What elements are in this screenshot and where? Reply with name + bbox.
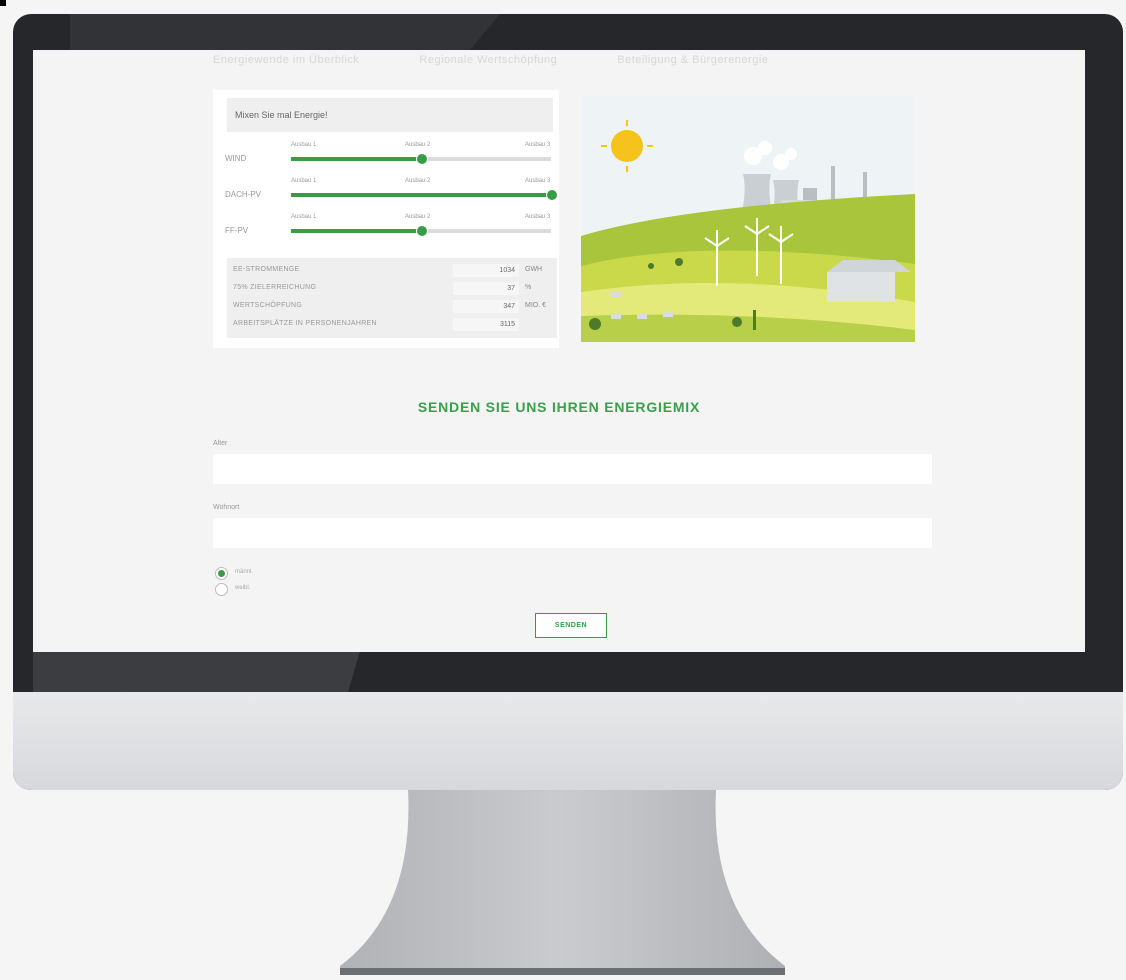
slider-label: DACH-PV bbox=[225, 190, 262, 199]
decorative-green-band bbox=[0, 0, 6, 6]
slider-handle[interactable] bbox=[546, 189, 558, 201]
slider-field-pv: FF-PV Ausbau 1 Ausbau 2 Ausbau 3 bbox=[225, 214, 555, 242]
slider-track[interactable] bbox=[291, 189, 558, 201]
stat-row: ARBEITSPLÄTZE IN PERSONENJAHREN 3115 bbox=[233, 318, 557, 334]
landscape-illustration bbox=[581, 96, 915, 342]
form-title: SENDEN SIE UNS IHREN ENERGIEMIX bbox=[417, 399, 701, 415]
radio-button[interactable] bbox=[215, 567, 228, 580]
stat-label: EE-STROMMENGE bbox=[233, 266, 300, 273]
age-input[interactable] bbox=[213, 454, 932, 484]
slider-tick: Ausbau 1 bbox=[291, 214, 317, 220]
slider-tick: Ausbau 3 bbox=[525, 142, 551, 148]
energy-mixer-card: Mixen Sie mal Energie! WIND Ausbau 1 Aus… bbox=[213, 90, 559, 348]
stat-value: 3115 bbox=[453, 318, 519, 331]
radio-label: weibl. bbox=[235, 585, 251, 591]
stat-unit: MIO. € bbox=[525, 302, 547, 309]
slider-handle[interactable] bbox=[416, 225, 428, 237]
slider-tick: Ausbau 2 bbox=[405, 142, 431, 148]
monitor-bezel: Energiewende im Überblick Regionale Wert… bbox=[13, 14, 1123, 790]
slider-handle[interactable] bbox=[416, 153, 428, 165]
radio-label: männl. bbox=[235, 569, 254, 575]
stat-label: WERTSCHÖPFUNG bbox=[233, 302, 303, 309]
slider-fill bbox=[291, 193, 551, 197]
landscape-svg bbox=[581, 96, 915, 342]
radio-button[interactable] bbox=[215, 583, 228, 596]
slider-fill bbox=[291, 229, 421, 233]
stat-row: 75% ZIELERREICHUNG 37 % bbox=[233, 282, 557, 298]
house-icon bbox=[827, 272, 895, 302]
monitor-screen: Energiewende im Überblick Regionale Wert… bbox=[33, 50, 1085, 652]
place-label: Wohnort bbox=[213, 504, 240, 511]
stat-value: 1034 bbox=[453, 264, 519, 277]
stat-row: WERTSCHÖPFUNG 347 MIO. € bbox=[233, 300, 557, 316]
stat-row: EE-STROMMENGE 1034 GWH bbox=[233, 264, 557, 280]
slider-label: WIND bbox=[225, 154, 247, 163]
monitor-chin bbox=[13, 692, 1123, 790]
age-label: Alter bbox=[213, 440, 228, 447]
stat-label: 75% ZIELERREICHUNG bbox=[233, 284, 317, 291]
slider-tick: Ausbau 3 bbox=[525, 178, 551, 184]
nav-item-value-creation[interactable]: Regionale Wertschöpfung bbox=[419, 50, 557, 80]
send-button[interactable]: SENDEN bbox=[535, 613, 607, 638]
stat-value: 37 bbox=[453, 282, 519, 295]
stat-unit: GWH bbox=[525, 266, 543, 273]
slider-roof-pv: DACH-PV Ausbau 1 Ausbau 2 Ausbau 3 bbox=[225, 178, 558, 206]
slider-track[interactable] bbox=[291, 153, 551, 165]
slider-wind: WIND Ausbau 1 Ausbau 2 Ausbau 3 bbox=[225, 142, 555, 170]
nav-item-overview[interactable]: Energiewende im Überblick bbox=[213, 50, 359, 80]
slider-tick: Ausbau 2 bbox=[405, 214, 431, 220]
stat-unit: % bbox=[525, 284, 532, 291]
stat-value: 347 bbox=[453, 300, 519, 313]
slider-tick: Ausbau 1 bbox=[291, 178, 317, 184]
place-input[interactable] bbox=[213, 518, 932, 548]
stat-label: ARBEITSPLÄTZE IN PERSONENJAHREN bbox=[233, 320, 377, 327]
mixer-heading: Mixen Sie mal Energie! bbox=[227, 98, 553, 132]
monitor-stand bbox=[340, 790, 785, 975]
sun-icon bbox=[611, 130, 643, 162]
slider-tick: Ausbau 2 bbox=[405, 178, 431, 184]
slider-fill bbox=[291, 157, 421, 161]
slider-tick: Ausbau 1 bbox=[291, 142, 317, 148]
slider-label: FF-PV bbox=[225, 226, 249, 235]
top-navigation: Energiewende im Überblick Regionale Wert… bbox=[33, 50, 1085, 80]
slider-tick: Ausbau 3 bbox=[525, 214, 551, 220]
slider-track[interactable] bbox=[291, 225, 551, 237]
results-panel: EE-STROMMENGE 1034 GWH 75% ZIELERREICHUN… bbox=[227, 258, 557, 338]
nav-item-participation[interactable]: Beteiligung & Bürgerenergie bbox=[617, 50, 768, 80]
